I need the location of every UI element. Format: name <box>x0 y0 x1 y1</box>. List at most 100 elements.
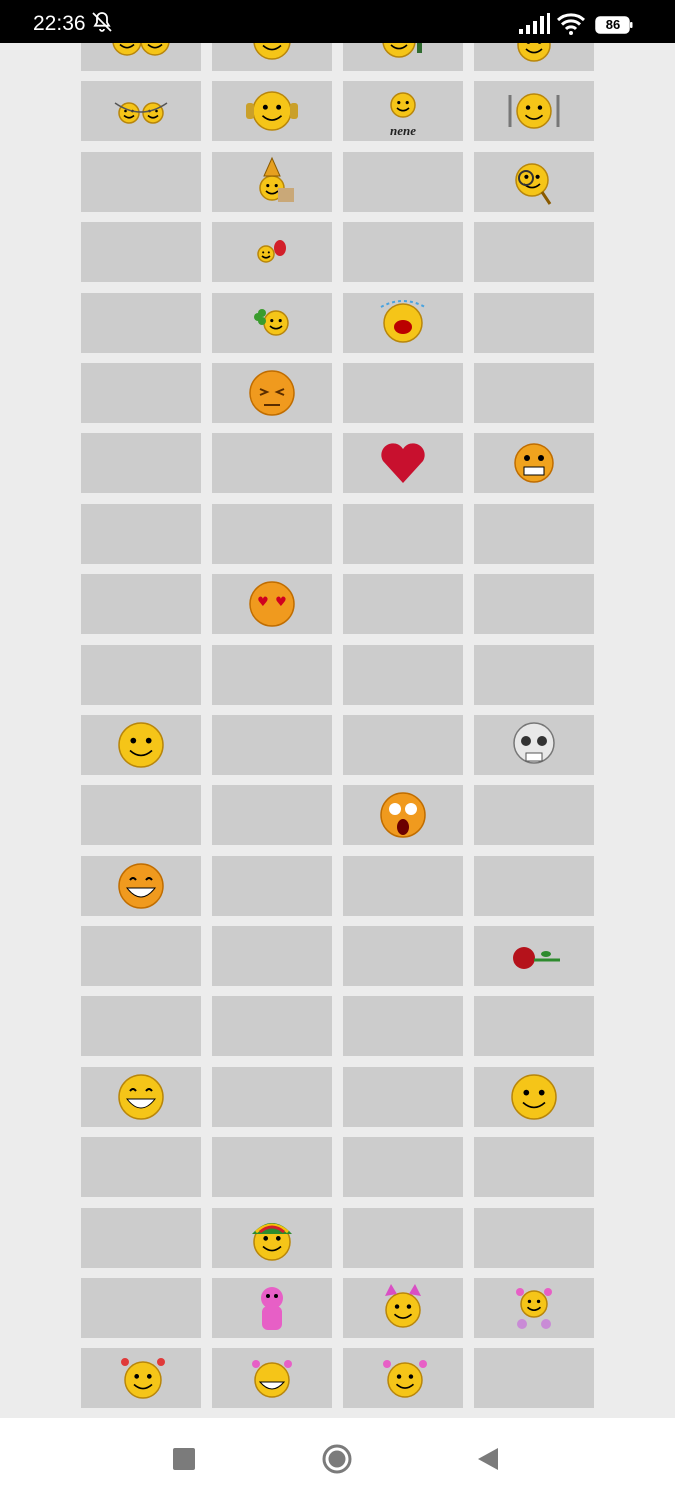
emoticon-cell[interactable] <box>343 1066 463 1127</box>
emoticon-cell[interactable] <box>81 1278 201 1339</box>
emoticon-cell[interactable] <box>81 362 201 423</box>
emoticon-cell[interactable] <box>212 503 332 564</box>
emoticon-cell[interactable] <box>212 785 332 846</box>
emoticon-cell[interactable] <box>474 151 594 212</box>
emoticon-cell[interactable] <box>343 1278 463 1339</box>
emoticon-cell[interactable] <box>81 785 201 846</box>
emoticon-cell[interactable] <box>81 222 201 283</box>
emoticon-cell[interactable] <box>474 1066 594 1127</box>
back-button[interactable] <box>476 1446 500 1472</box>
emoticon-cell[interactable] <box>81 433 201 494</box>
smiley-rasta-icon <box>252 1222 292 1261</box>
emoticon-cell[interactable] <box>81 996 201 1057</box>
emoticon-cell[interactable] <box>212 1348 332 1409</box>
emoticon-cell[interactable] <box>212 292 332 353</box>
emoticon-cell[interactable] <box>81 714 201 775</box>
emoticon-cell[interactable] <box>474 1348 594 1409</box>
emoticon-cell[interactable] <box>474 996 594 1057</box>
battery-level: 86 <box>605 17 621 32</box>
smiley-chain-icon <box>114 102 168 125</box>
emoticon-cell[interactable] <box>212 222 332 283</box>
emoticon-cell[interactable] <box>81 1207 201 1268</box>
smiley-girl-flower-icon <box>516 1288 552 1330</box>
emoticon-cell[interactable]: nene <box>343 81 463 142</box>
emoticon-cell[interactable] <box>81 151 201 212</box>
emoticon-cell[interactable] <box>81 1348 201 1409</box>
emoticon-cell[interactable] <box>212 362 332 423</box>
emoticon-cell[interactable] <box>343 855 463 916</box>
status-bar: 22:36 86 <box>0 0 675 43</box>
pink-bear-icon <box>261 1287 283 1331</box>
wifi-icon <box>556 13 586 35</box>
emoticon-cell[interactable] <box>212 1207 332 1268</box>
emoticon-cell[interactable] <box>474 714 594 775</box>
emoticon-cell[interactable] <box>81 855 201 916</box>
heart-icon <box>381 443 425 484</box>
emoticon-cell[interactable] <box>212 926 332 987</box>
emoticon-cell[interactable] <box>212 81 332 142</box>
emoticon-cell[interactable] <box>343 644 463 705</box>
emoticon-cell[interactable] <box>474 81 594 142</box>
emoticon-cell[interactable] <box>474 222 594 283</box>
emoticon-cell[interactable] <box>212 151 332 212</box>
emoticon-cell[interactable] <box>81 574 201 635</box>
emoticon-cell[interactable] <box>81 1066 201 1127</box>
emoticon-cell[interactable] <box>343 574 463 635</box>
emoticon-cell[interactable] <box>343 1137 463 1198</box>
emoticon-cell[interactable] <box>212 714 332 775</box>
emoticon-cell[interactable] <box>343 433 463 494</box>
emoticon-cell[interactable] <box>81 926 201 987</box>
emoticon-cell[interactable] <box>81 81 201 142</box>
home-button[interactable] <box>322 1444 352 1474</box>
rose-icon <box>513 947 560 970</box>
emoticon-cell[interactable] <box>474 1278 594 1339</box>
emoticon-cell[interactable] <box>212 1066 332 1127</box>
emoticon-cell[interactable] <box>343 1207 463 1268</box>
emoticon-cell[interactable] <box>81 292 201 353</box>
emoticon-cell[interactable] <box>474 1207 594 1268</box>
emoticon-cell[interactable] <box>343 151 463 212</box>
emoticon-cell[interactable] <box>343 785 463 846</box>
emoticon-cell[interactable] <box>474 644 594 705</box>
emoticon-cell[interactable] <box>81 43 201 71</box>
emoticon-cell[interactable] <box>212 1278 332 1339</box>
emoticon-cell[interactable] <box>474 926 594 987</box>
smiley-nene-icon: nene <box>390 92 416 138</box>
emoticon-cell[interactable] <box>343 222 463 283</box>
emoticon-cell[interactable] <box>212 433 332 494</box>
emoticon-cell[interactable] <box>474 43 594 71</box>
emoticon-cell[interactable] <box>343 362 463 423</box>
emoticon-cell[interactable] <box>343 996 463 1057</box>
emoticon-cell[interactable] <box>81 503 201 564</box>
emoticon-cell[interactable] <box>343 43 463 71</box>
emoticon-cell[interactable] <box>212 43 332 71</box>
emoticon-cell[interactable] <box>474 433 594 494</box>
emoticon-cell[interactable] <box>212 1137 332 1198</box>
emoticon-cell[interactable] <box>474 292 594 353</box>
emoticon-cell[interactable] <box>81 644 201 705</box>
emoticon-cell[interactable] <box>343 503 463 564</box>
smiley-headphones-icon <box>246 91 298 132</box>
emoticon-cell[interactable] <box>343 714 463 775</box>
emoticon-cell[interactable] <box>474 574 594 635</box>
emoticon-cell[interactable] <box>474 362 594 423</box>
emoticon-cell[interactable] <box>212 644 332 705</box>
recent-apps-button[interactable] <box>173 1448 195 1470</box>
smiley-cat-bow-icon <box>385 1284 421 1328</box>
emoticon-cell[interactable] <box>474 503 594 564</box>
emoticon-cell[interactable]: ♥ ♥ <box>212 574 332 635</box>
emoticon-panel: nene ♥ ♥ <box>0 43 675 1418</box>
emoticon-cell[interactable] <box>343 292 463 353</box>
smiley-magnifier-icon <box>515 163 552 205</box>
smiley-big-icon <box>118 722 164 768</box>
emoticon-cell[interactable] <box>212 996 332 1057</box>
emoticon-cell[interactable] <box>343 926 463 987</box>
emoticon-cell[interactable] <box>474 1137 594 1198</box>
smiley-shocked-icon <box>380 792 426 839</box>
emoticon-cell[interactable] <box>343 1348 463 1409</box>
svg-text:nene: nene <box>390 123 416 138</box>
emoticon-cell[interactable] <box>474 855 594 916</box>
emoticon-cell[interactable] <box>81 1137 201 1198</box>
emoticon-cell[interactable] <box>212 855 332 916</box>
emoticon-cell[interactable] <box>474 785 594 846</box>
